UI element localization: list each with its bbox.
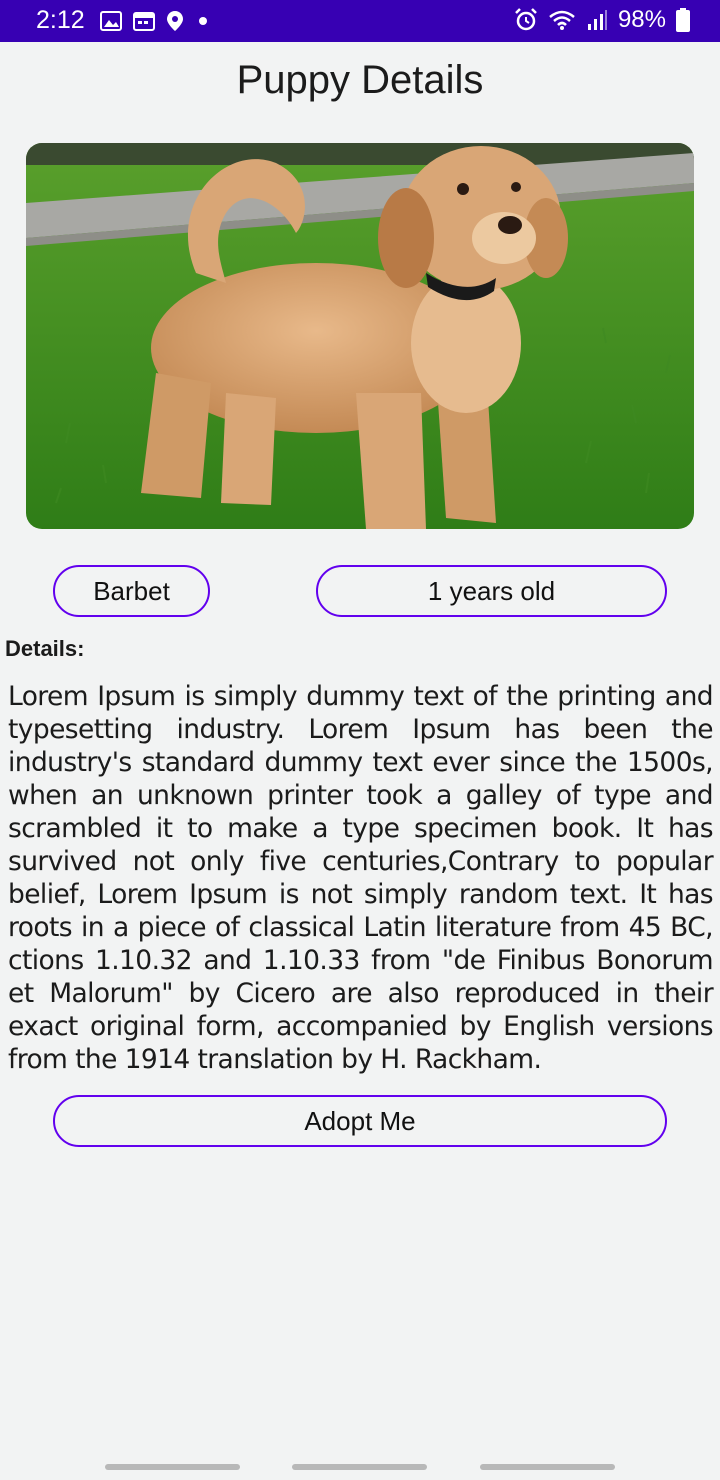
age-chip[interactable]: 1 years old [316,565,667,617]
details-description: Lorem Ipsum is simply dummy text of the … [8,681,714,1075]
puppy-photo [26,143,694,529]
battery-percent: 98% [617,6,666,33]
breed-chip[interactable]: Barbet [53,565,210,617]
status-left-icons [100,10,211,32]
system-nav-bar [0,1448,720,1480]
dot-icon [199,17,207,25]
location-icon [167,11,183,31]
status-time: 2:12 [36,6,85,34]
calendar-icon [133,12,155,31]
nav-recents-button[interactable] [105,1464,240,1470]
adopt-me-button[interactable]: Adopt Me [53,1095,667,1147]
nav-back-button[interactable] [480,1464,615,1470]
battery-icon [676,8,690,32]
page-title: Puppy Details [236,58,484,102]
nav-home-button[interactable] [292,1464,427,1470]
status-right-icons: 98% [514,6,690,34]
wifi-icon [549,10,575,30]
image-icon [100,11,122,31]
signal-icon [587,10,607,30]
alarm-icon [515,8,537,31]
puppy-image [26,143,694,529]
status-bar: 2:12 98% [0,0,720,42]
details-label: Details: [5,636,85,661]
